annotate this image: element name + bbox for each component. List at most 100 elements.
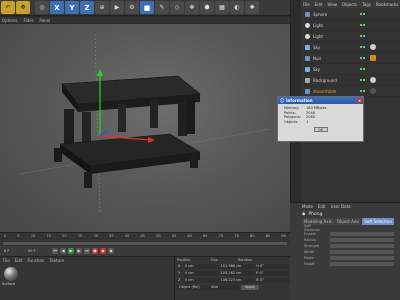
object-label: Light <box>313 33 323 39</box>
close-icon[interactable]: × <box>357 98 362 103</box>
visibility-dots[interactable] <box>360 57 365 59</box>
undo-icon[interactable]: ↶ <box>1 1 15 14</box>
object-manager-menu-item[interactable]: Tags <box>362 2 371 7</box>
object-manager-menu-item[interactable]: Objects <box>342 2 357 7</box>
autokey-icon[interactable]: ◉ <box>100 248 106 254</box>
visibility-dots[interactable] <box>360 68 365 70</box>
array-icon[interactable]: ❖ <box>185 1 199 14</box>
object-row[interactable]: Sky <box>301 64 400 75</box>
attribute-field[interactable] <box>330 238 394 242</box>
move-tool-icon[interactable]: ✥ <box>16 1 30 14</box>
coords-size-field[interactable]: 103.262 cm <box>219 271 255 276</box>
material-preview[interactable] <box>4 267 18 281</box>
object-label: Sky <box>313 44 321 50</box>
coords-row: X0 cm 101.986 cm H 0° <box>175 263 291 270</box>
apply-button[interactable]: Apply <box>241 285 259 290</box>
timeline[interactable]: 0 5 10 15 20 25 30 35 40 45 50 55 60 65 70 75 80 85 90 <box>0 232 290 246</box>
object-row[interactable]: Background <box>301 75 400 86</box>
timeline-tick: 85 <box>265 234 271 238</box>
attribute-field[interactable] <box>330 232 394 236</box>
null-icon <box>305 55 310 61</box>
attribute-tab[interactable]: Object Axis <box>334 218 362 225</box>
cube-icon[interactable]: ■ <box>140 1 154 14</box>
light-tool-icon[interactable]: ✺ <box>245 1 259 14</box>
visibility-dots[interactable] <box>360 90 365 92</box>
next-key-icon[interactable]: ▶ <box>76 248 82 254</box>
keyframe-icon[interactable]: ◆ <box>108 248 114 254</box>
camera-icon[interactable]: ◐ <box>230 1 244 14</box>
coords-position-field[interactable]: 0 cm <box>183 264 219 269</box>
material-menu-item[interactable]: Function <box>27 258 44 263</box>
prev-key-icon[interactable]: ◀ <box>60 248 66 254</box>
attribute-menu-item[interactable]: Edit <box>318 204 326 209</box>
coords-mode-select[interactable]: Object (Rel) <box>177 285 207 290</box>
ok-button[interactable]: OK <box>313 127 328 132</box>
axis-x-button[interactable]: X <box>50 1 64 14</box>
coords-rotation-field[interactable]: H 0° <box>255 264 291 269</box>
subdivision-icon[interactable]: ◇ <box>170 1 184 14</box>
coords-size-select[interactable]: Size <box>209 285 239 290</box>
coords-row: Z0 cm 106.223 cm B 0° <box>175 277 291 284</box>
visibility-dots[interactable] <box>360 46 365 48</box>
visibility-dots[interactable] <box>360 79 365 81</box>
3d-viewport[interactable] <box>0 24 290 232</box>
object-manager-menu-item[interactable]: File <box>303 2 310 7</box>
go-start-icon[interactable]: ⏮ <box>52 248 58 254</box>
attribute-menu-item[interactable]: User Data <box>331 204 351 209</box>
object-manager-menu-item[interactable]: Edit <box>315 2 323 7</box>
material-menu-item[interactable]: Edit <box>15 258 23 263</box>
coords-position-field[interactable]: 0 cm <box>183 278 219 283</box>
attribute-tab[interactable]: Soft Selection <box>362 218 394 225</box>
attribute-field[interactable] <box>330 256 394 260</box>
attribute-field[interactable] <box>330 262 394 266</box>
visibility-dots[interactable] <box>360 24 365 26</box>
material-tag-icon[interactable] <box>370 44 376 50</box>
scene-icon[interactable]: ▦ <box>215 1 229 14</box>
world-coord-icon[interactable]: ⊕ <box>95 1 109 14</box>
object-row[interactable]: Null <box>301 53 400 64</box>
frame-start-field[interactable]: 0 F <box>4 249 26 253</box>
material-label[interactable]: Surface <box>2 282 15 286</box>
object-manager-menu: File Edit View Objects Tags Bookmarks <box>291 0 400 8</box>
frame-end-field[interactable]: 90 F <box>28 249 50 253</box>
attribute-label: Strength <box>304 244 320 248</box>
cinema4d-window: ↶ ✥ ◎ X Y Z ⊕ ▶ ⚙ ■ ✎ ◇ ❖ ⬢ ▦ ◐ ✺ Option… <box>0 0 400 300</box>
axis-y-button[interactable]: Y <box>65 1 79 14</box>
go-end-icon[interactable]: ⏭ <box>84 248 90 254</box>
object-row[interactable]: Light <box>301 31 400 42</box>
object-row[interactable]: Light <box>301 20 400 31</box>
coords-rotation-field[interactable]: P 0° <box>255 271 291 276</box>
attribute-field[interactable] <box>330 244 394 248</box>
viewport-menu-filter[interactable]: Filter <box>23 18 33 23</box>
coords-rotation-field[interactable]: B 0° <box>255 278 291 283</box>
viewport-menu-panel[interactable]: Panel <box>39 18 50 23</box>
record-icon[interactable]: ● <box>92 248 98 254</box>
attribute-field[interactable] <box>330 250 394 254</box>
attribute-menu-item[interactable]: Mode <box>302 204 313 209</box>
information-titlebar[interactable]: ⓘ Information × <box>278 97 363 104</box>
timeline-slider[interactable] <box>3 242 287 245</box>
material-tag-icon[interactable] <box>370 88 376 94</box>
visibility-dots[interactable] <box>360 35 365 37</box>
material-tag-icon[interactable] <box>370 77 376 83</box>
pen-icon[interactable]: ✎ <box>155 1 169 14</box>
coords-size-field[interactable]: 106.223 cm <box>219 278 255 283</box>
object-manager-menu-item[interactable]: View <box>327 2 337 7</box>
scale-tool-icon[interactable]: ◎ <box>35 1 49 14</box>
render-view-icon[interactable]: ▶ <box>110 1 124 14</box>
deformer-icon[interactable]: ⬢ <box>200 1 214 14</box>
axis-z-button[interactable]: Z <box>80 1 94 14</box>
compositing-tag-icon[interactable] <box>370 55 376 61</box>
material-menu-item[interactable]: Texture <box>49 258 64 263</box>
coords-size-field[interactable]: 101.986 cm <box>219 264 255 269</box>
visibility-dots[interactable] <box>360 13 365 15</box>
render-settings-icon[interactable]: ⚙ <box>125 1 139 14</box>
object-manager-menu-item[interactable]: Bookmarks <box>376 2 398 7</box>
play-icon[interactable]: ▶ <box>68 248 74 254</box>
object-row[interactable]: Sky <box>301 42 400 53</box>
viewport-menu-options[interactable]: Options <box>2 18 17 23</box>
object-row[interactable]: Sphere <box>301 9 400 20</box>
material-menu-item[interactable]: File <box>3 258 10 263</box>
coords-position-field[interactable]: 0 cm <box>183 271 219 276</box>
table-model[interactable] <box>54 75 201 188</box>
